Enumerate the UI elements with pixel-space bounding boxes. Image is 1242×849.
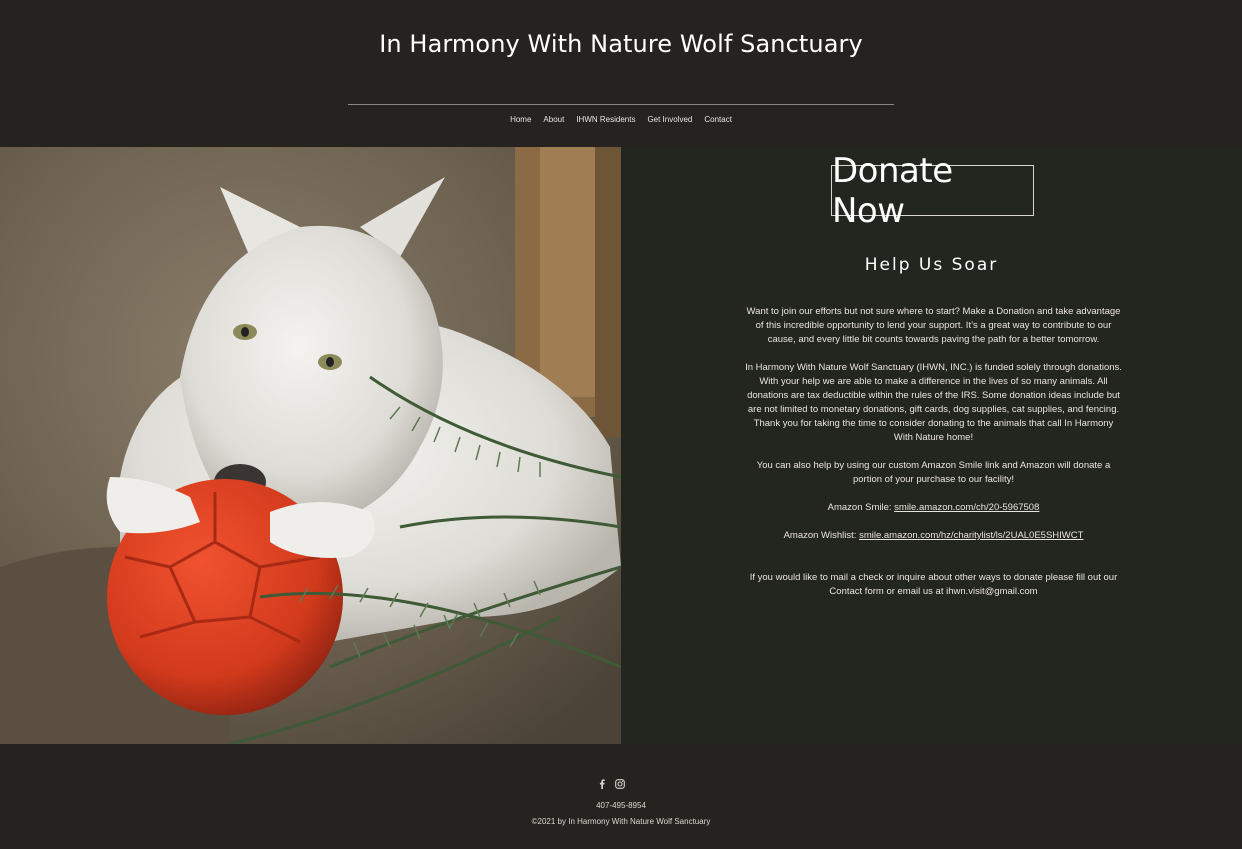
nav-ihwn-residents[interactable]: IHWN Residents xyxy=(576,114,635,126)
amazon-wishlist-link[interactable]: smile.amazon.com/hz/charitylist/ls/2UAL0… xyxy=(859,530,1083,541)
nav-get-involved[interactable]: Get Involved xyxy=(647,114,692,126)
amazon-wishlist-label: Amazon Wishlist: xyxy=(783,530,860,541)
wolf-photo xyxy=(0,147,621,744)
amazon-smile-link[interactable]: smile.amazon.com/ch/20-5967508 xyxy=(894,502,1039,513)
donation-panel: Donate Now Help Us Soar Want to join our… xyxy=(621,147,1242,744)
site-title[interactable]: In Harmony With Nature Wolf Sanctuary xyxy=(0,30,1242,58)
header-divider xyxy=(348,104,894,105)
site-header: In Harmony With Nature Wolf Sanctuary Ho… xyxy=(0,0,1242,147)
instagram-icon[interactable] xyxy=(615,778,625,790)
nav-about[interactable]: About xyxy=(543,114,564,126)
donation-details: In Harmony With Nature Wolf Sanctuary (I… xyxy=(745,362,1122,443)
wolf-photo-illustration xyxy=(0,147,621,744)
nav-home[interactable]: Home xyxy=(510,114,531,126)
facebook-icon[interactable] xyxy=(597,778,607,790)
main-nav: Home About IHWN Residents Get Involved C… xyxy=(0,114,1242,126)
donate-now-button[interactable]: Donate Now xyxy=(831,151,1034,231)
amazon-smile-label: Amazon Smile: xyxy=(827,502,895,513)
nav-contact[interactable]: Contact xyxy=(704,114,732,126)
copyright: ©2021 by In Harmony With Nature Wolf San… xyxy=(531,817,711,826)
site-footer: 407-495-8954 ©2021 by In Harmony With Na… xyxy=(0,744,1242,849)
donation-heading: Help Us Soar xyxy=(864,255,999,275)
mail-check-info: If you would like to mail a check or inq… xyxy=(749,572,1118,597)
donation-intro: Want to join our efforts but not sure wh… xyxy=(746,306,1121,345)
donation-copy: Want to join our efforts but not sure wh… xyxy=(745,305,1122,613)
amazon-smile-intro: You can also help by using our custom Am… xyxy=(756,460,1111,485)
social-links xyxy=(597,778,625,790)
phone-number: 407-495-8954 xyxy=(596,801,646,810)
amazon-smile-row: Amazon Smile: smile.amazon.com/ch/20-596… xyxy=(745,501,1122,515)
amazon-wishlist-row: Amazon Wishlist: smile.amazon.com/hz/cha… xyxy=(745,529,1122,543)
